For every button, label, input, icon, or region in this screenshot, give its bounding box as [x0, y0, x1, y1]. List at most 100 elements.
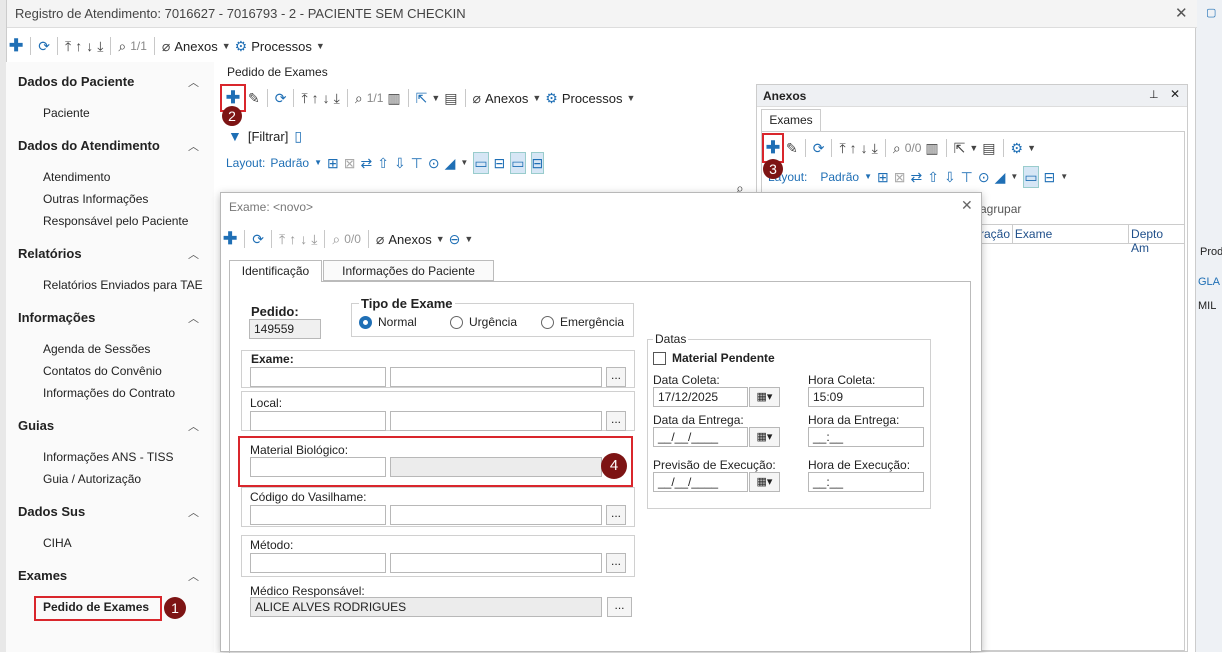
next-record-icon[interactable]: ↓ [861, 138, 868, 158]
previous-record-icon[interactable]: ↑ [289, 229, 296, 249]
export-icon[interactable]: ⇱ [954, 138, 966, 158]
last-record-icon[interactable]: ⤓ [97, 36, 103, 56]
column-header-exame[interactable]: Exame [1013, 225, 1130, 243]
first-record-icon[interactable]: ⤒ [65, 36, 71, 56]
chevron-down-icon[interactable]: ▼ [969, 138, 978, 158]
exame-name-field[interactable] [390, 367, 602, 387]
column-header-duracao[interactable]: ração [980, 225, 1013, 243]
search-icon[interactable]: ⌕ [332, 229, 340, 249]
first-record-icon[interactable]: ⤒ [301, 88, 307, 108]
columns-icon[interactable]: ▥ [387, 88, 400, 108]
group-icon[interactable]: ⊙ [978, 167, 990, 187]
tab-identificacao[interactable]: Identificação [229, 260, 322, 282]
radio-emergencia[interactable]: Emergência [541, 315, 624, 329]
chevron-up-icon[interactable]: ︿ [188, 310, 199, 326]
chevron-down-icon[interactable]: ▼ [532, 88, 541, 108]
chevron-up-icon[interactable]: ︿ [188, 568, 199, 584]
chevron-down-icon[interactable]: ▼ [314, 153, 322, 173]
sidebar-section-dados-sus[interactable]: Dados Sus [18, 504, 85, 519]
last-record-icon[interactable]: ⤓ [311, 229, 317, 249]
anexos-menu[interactable]: Anexos [485, 91, 528, 106]
local-code-field[interactable] [250, 411, 386, 431]
chevron-down-icon[interactable]: ▼ [864, 167, 872, 187]
sidebar-section-informacoes[interactable]: Informações [18, 310, 95, 325]
remove-column-icon[interactable]: ⊠ [344, 153, 356, 173]
sidebar-item-agenda[interactable]: Agenda de Sessões [43, 342, 150, 356]
sidebar-item-responsavel[interactable]: Responsável pelo Paciente [43, 214, 188, 228]
chevron-down-icon[interactable]: ▼ [464, 229, 473, 249]
pin-icon[interactable]: ⊥ [1149, 88, 1159, 101]
first-record-icon[interactable]: ⤒ [839, 138, 845, 158]
book-icon[interactable]: ▯ [294, 126, 302, 146]
process-icon[interactable]: ⊖ [449, 229, 461, 249]
metodo-lookup-button[interactable]: ... [606, 553, 626, 573]
refresh-icon[interactable]: ⟳ [252, 229, 264, 249]
chevron-up-icon[interactable]: ︿ [188, 418, 199, 434]
close-icon[interactable]: ✕ [1170, 87, 1180, 101]
sidebar-item-atendimento[interactable]: Atendimento [43, 170, 110, 184]
add-icon[interactable]: ✚ [223, 229, 237, 249]
previsao-field[interactable]: __/__/____ [653, 472, 748, 492]
chevron-up-icon[interactable]: ︿ [188, 504, 199, 520]
next-record-icon[interactable]: ↓ [86, 36, 93, 56]
group-icon[interactable]: ⊙ [428, 153, 440, 173]
edit-icon[interactable]: ✎ [248, 88, 260, 108]
sidebar-item-relatorios-tae[interactable]: Relatórios Enviados para TAE [43, 278, 203, 292]
local-name-field[interactable] [390, 411, 602, 431]
last-record-icon[interactable]: ⤓ [334, 88, 340, 108]
checkbox-icon[interactable] [653, 351, 666, 365]
edit-icon[interactable]: ✎ [786, 138, 798, 158]
tab-informacoes-paciente[interactable]: Informações do Paciente [323, 260, 494, 281]
layout-select[interactable]: Padrão [820, 170, 859, 184]
sidebar-item-ciha[interactable]: CIHA [43, 536, 72, 550]
layout-top-icon[interactable]: ▭ [510, 152, 526, 174]
exame-lookup-button[interactable]: ... [606, 367, 626, 387]
chevron-down-icon[interactable]: ▼ [1027, 138, 1036, 158]
refresh-icon[interactable]: ⟳ [38, 36, 50, 56]
chevron-down-icon[interactable]: ▼ [431, 88, 440, 108]
layout-full-icon[interactable]: ⊟ [530, 152, 545, 174]
radio-empty-icon[interactable] [450, 315, 463, 329]
tab-exames[interactable]: Exames [761, 109, 821, 131]
sidebar-section-dados-atendimento[interactable]: Dados do Atendimento [18, 138, 160, 153]
layout-bottom-icon[interactable]: ▭ [1023, 166, 1039, 188]
vasilhame-code-field[interactable] [250, 505, 386, 525]
add-icon[interactable]: ✚ [9, 36, 23, 56]
previous-record-icon[interactable]: ↑ [312, 88, 319, 108]
metodo-name-field[interactable] [390, 553, 602, 573]
columns-icon[interactable]: ▥ [925, 138, 938, 158]
column-header-depto[interactable]: Depto Am [1129, 225, 1184, 255]
chevron-up-icon[interactable]: ︿ [188, 74, 199, 90]
close-icon[interactable]: ✕ [1175, 4, 1188, 22]
layout-select[interactable]: Padrão [270, 156, 309, 170]
chevron-down-icon[interactable]: ▼ [1060, 167, 1068, 187]
calendar-icon[interactable]: ▦▾ [749, 427, 780, 447]
next-record-icon[interactable]: ↓ [300, 229, 307, 249]
vasilhame-name-field[interactable] [390, 505, 602, 525]
layout-split-icon[interactable]: ⊟ [494, 153, 506, 173]
move-down-icon[interactable]: ⇩ [394, 153, 406, 173]
radio-empty-icon[interactable] [541, 315, 554, 329]
filter-icon[interactable]: ▼ [228, 126, 242, 146]
refresh-icon[interactable]: ⟳ [813, 138, 825, 158]
chevron-down-icon[interactable]: ▼ [460, 153, 468, 173]
previous-record-icon[interactable]: ↑ [850, 138, 857, 158]
add-column-icon[interactable]: ⊞ [327, 153, 339, 173]
hora-coleta-field[interactable]: 15:09 [808, 387, 924, 407]
last-record-icon[interactable]: ⤓ [872, 138, 878, 158]
previous-record-icon[interactable]: ↑ [75, 36, 82, 56]
sidebar-item-ans-tiss[interactable]: Informações ANS - TISS [43, 450, 174, 464]
chart-icon[interactable]: ◢ [995, 167, 1006, 187]
next-record-icon[interactable]: ↓ [323, 88, 330, 108]
sidebar-item-outras-informacoes[interactable]: Outras Informações [43, 192, 148, 206]
local-lookup-button[interactable]: ... [606, 411, 626, 431]
sidebar-item-guia-autorizacao[interactable]: Guia / Autorização [43, 472, 141, 486]
anexos-menu[interactable]: Anexos [174, 39, 217, 54]
search-icon[interactable]: ⌕ [118, 36, 126, 56]
export-icon[interactable]: ⇱ [416, 88, 428, 108]
document-icon[interactable]: ▤ [444, 88, 457, 108]
swap-icon[interactable]: ⇄ [910, 167, 922, 187]
move-up-icon[interactable]: ⇧ [927, 167, 939, 187]
first-record-icon[interactable]: ⤒ [279, 229, 285, 249]
chevron-down-icon[interactable]: ▼ [1010, 167, 1018, 187]
